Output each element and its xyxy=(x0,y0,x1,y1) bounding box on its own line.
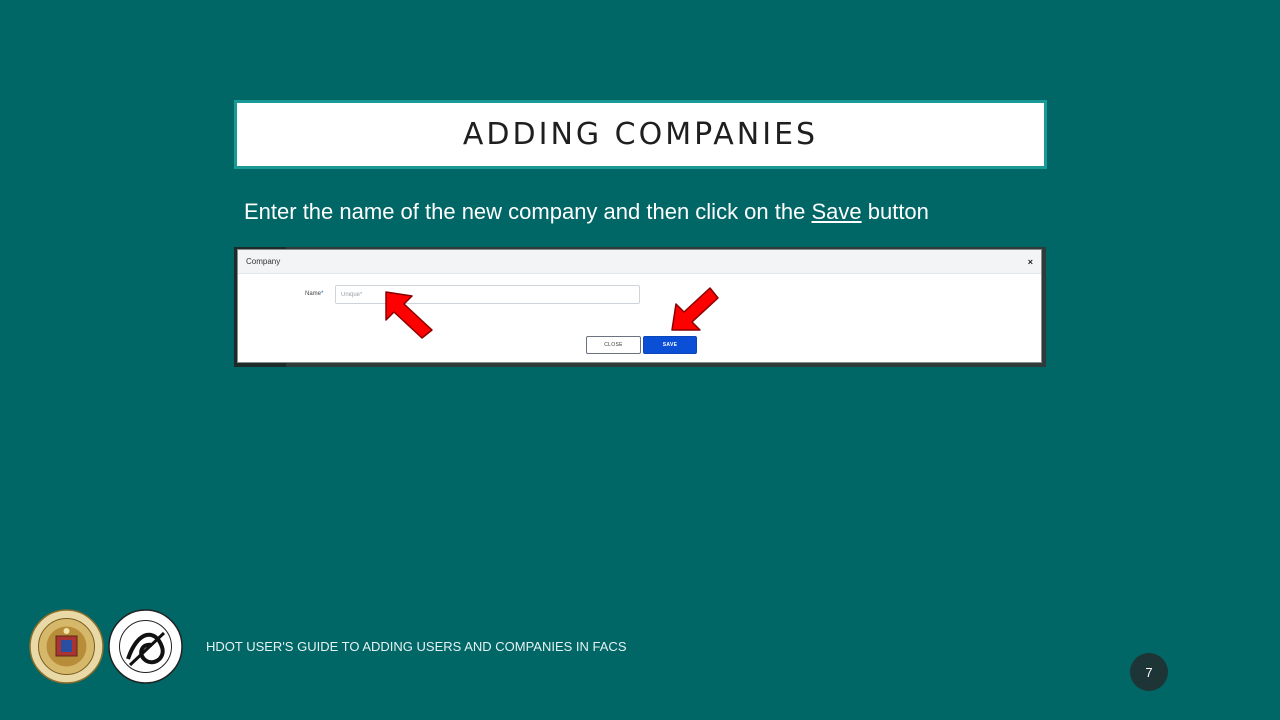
red-arrow-icon xyxy=(385,291,433,339)
required-marker: * xyxy=(321,291,324,297)
instruction-text: Enter the name of the new company and th… xyxy=(244,199,929,225)
name-label-text: Name xyxy=(305,291,322,297)
close-button[interactable]: CLOSE xyxy=(586,336,641,354)
instruction-save-word: Save xyxy=(811,199,862,224)
slide-title-box: ADDING COMPANIES xyxy=(234,100,1047,169)
instruction-text-post: button xyxy=(861,199,929,224)
instruction-text-pre: Enter the name of the new company and th… xyxy=(244,199,812,224)
company-modal-screenshot: Company × Name* CLOSE SAVE xyxy=(234,247,1046,367)
save-button[interactable]: SAVE xyxy=(643,336,697,354)
modal-header: Company × xyxy=(238,250,1041,274)
state-of-hawaii-seal-icon xyxy=(29,609,104,684)
red-arrow-icon xyxy=(671,287,719,331)
hdot-logo-icon xyxy=(108,609,183,684)
modal-title: Company xyxy=(246,257,281,266)
slide-title: ADDING COMPANIES xyxy=(462,117,819,152)
page-number: 7 xyxy=(1130,653,1168,691)
company-modal: Company × Name* CLOSE SAVE xyxy=(237,249,1042,363)
modal-close-icon[interactable]: × xyxy=(1028,257,1033,267)
footer-text: HDOT USER'S GUIDE TO ADDING USERS AND CO… xyxy=(206,639,627,654)
name-field-label: Name* xyxy=(305,291,323,297)
